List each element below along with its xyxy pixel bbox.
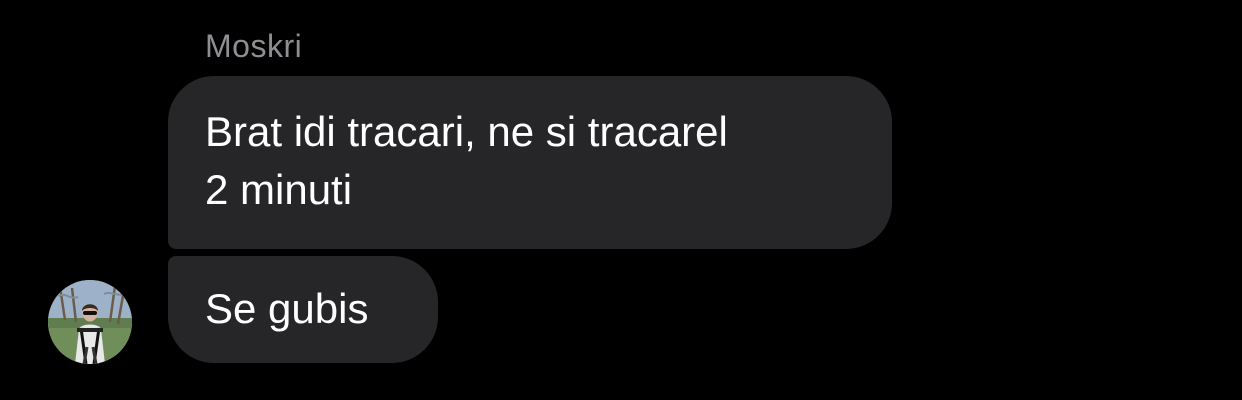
- message-text-line: 2 minuti: [205, 166, 353, 213]
- avatar[interactable]: [48, 280, 132, 364]
- message-text-line: Brat idi tracari, ne si tracarel: [205, 108, 728, 155]
- message-text-line: Se gubis: [205, 285, 369, 332]
- message-bubble[interactable]: Se gubis: [168, 256, 438, 363]
- message-bubble[interactable]: Brat idi tracari, ne si tracarel 2 minut…: [168, 76, 892, 249]
- sender-name: Moskri: [205, 28, 303, 64]
- user-photo-avatar-icon: [48, 280, 132, 364]
